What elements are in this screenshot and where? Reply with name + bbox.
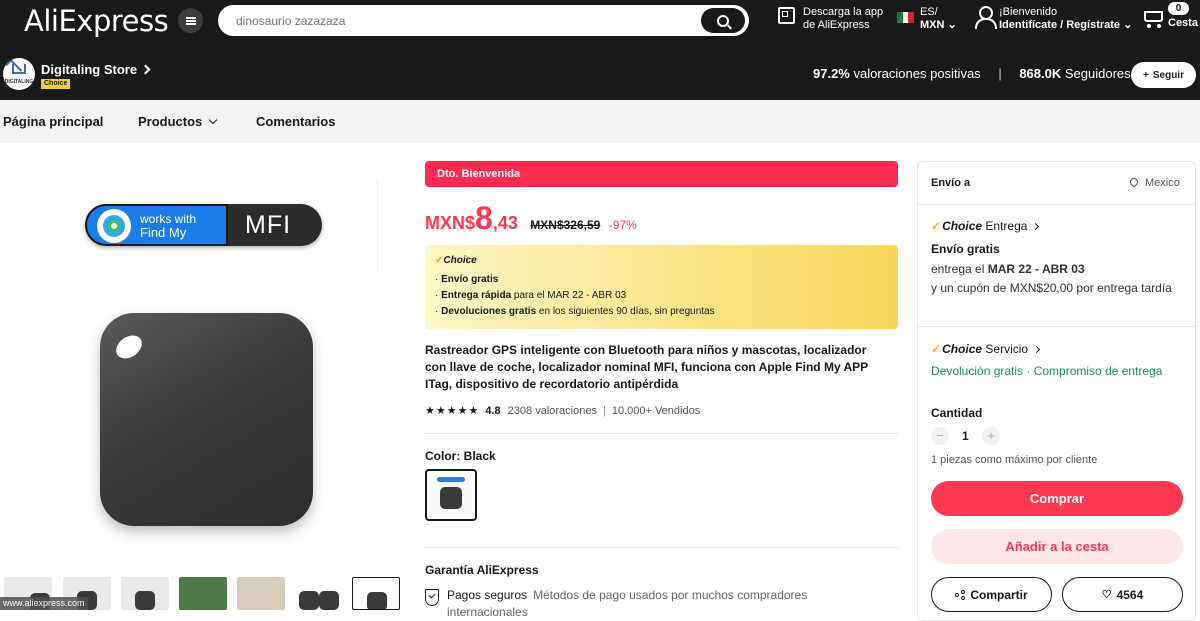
chevron-right-icon: [1033, 345, 1041, 354]
quantity-decrease-button[interactable]: −: [931, 427, 949, 445]
share-icon: [955, 589, 966, 600]
free-returns-link[interactable]: Devolución gratis: [931, 364, 1023, 378]
welcome-discount-banner: Dto. Bienvenida: [425, 161, 898, 187]
discount-percent: -97%: [608, 218, 637, 232]
store-header: DIGITALING Digitaling Store Choice 97.2%…: [0, 42, 1200, 100]
chevron-right-icon: [1032, 222, 1040, 231]
locale-selector[interactable]: ES/ MXN ⌄: [920, 6, 957, 32]
choice-logo: ✓Choice: [435, 255, 477, 266]
nav-home[interactable]: Página principal: [3, 114, 103, 129]
service-info-link[interactable]: Choice Servicio: [931, 342, 1041, 356]
store-stats: 97.2% valoraciones positivas | 868.0K Se…: [813, 66, 1131, 81]
store-avatar[interactable]: DIGITALING: [3, 58, 35, 90]
thumbnail-active[interactable]: [352, 577, 400, 610]
works-with-find-my-badge: works with Find My MFI: [85, 204, 322, 246]
rating-summary: ★★★★★ 4.8 2308 valoraciones | 10.000+ Vendi…: [425, 405, 701, 417]
aliexpress-logo[interactable]: AliExpress: [24, 4, 169, 38]
delivery-info-link[interactable]: Choice Entrega: [931, 219, 1040, 233]
thumbnail[interactable]: [179, 577, 227, 610]
price: MXN$8,43 MXN$326,59 -97%: [425, 200, 637, 236]
service-links: Devolución gratis · Compromiso de entreg…: [931, 364, 1163, 378]
hamburger-icon: [185, 16, 196, 25]
top-header: AliExpress Descarga la app de AliExpress…: [0, 0, 1200, 42]
heart-icon: ♡: [1101, 589, 1112, 601]
shield-check-icon: [425, 589, 439, 606]
buy-now-button[interactable]: Comprar: [931, 481, 1183, 516]
purchase-panel: Envío a Mexico Choice Entrega Envío grat…: [917, 161, 1196, 621]
guarantee-title: Garantía AliExpress: [425, 563, 539, 577]
share-button[interactable]: Compartir: [931, 577, 1052, 612]
chevron-down-icon: [209, 115, 218, 125]
product-gallery: works with Find My MFI www.aliexpress.com: [0, 143, 405, 610]
mexico-flag-icon: [897, 12, 915, 23]
thumbnail[interactable]: [121, 577, 169, 610]
plus-icon: +: [1143, 69, 1149, 81]
thumbnail[interactable]: [295, 577, 343, 610]
product-main-image[interactable]: [100, 313, 313, 526]
quantity-value[interactable]: 1: [962, 429, 969, 443]
late-delivery-coupon: y un cupón de MXN$20,00 por entrega tard…: [931, 281, 1172, 295]
find-my-icon: [97, 209, 131, 243]
quantity-label: Cantidad: [931, 406, 983, 420]
choice-benefits: ✓Choice · Envío gratis · Entrega rápida …: [425, 245, 898, 329]
store-nav: Página principal Productos Comentarios: [0, 100, 1200, 143]
reviews-link[interactable]: 2308 valoraciones: [508, 405, 597, 417]
cart-icon[interactable]: [1141, 8, 1165, 28]
app-download-link[interactable]: Descarga la app de AliExpress: [803, 6, 883, 32]
ship-country[interactable]: Mexico: [1145, 177, 1180, 189]
delivery-commitment-link[interactable]: Compromiso de entrega: [1034, 364, 1163, 378]
account-menu[interactable]: ¡Bienvenido Identifícate / Regístrate ⌄: [999, 6, 1132, 32]
phone-icon: [778, 7, 795, 24]
store-name-link[interactable]: Digitaling Store: [41, 62, 137, 77]
search-bar: [218, 5, 749, 36]
ship-to-label: Envío a: [931, 177, 971, 189]
delivery-dates: entrega el MAR 22 - ABR 03: [931, 262, 1085, 276]
product-title: Rastreador GPS inteligente con Bluetooth…: [425, 343, 868, 391]
secure-payments: Pagos seguros Métodos de pago usados por …: [447, 588, 808, 619]
color-label: Color: Black: [425, 449, 496, 463]
user-icon: [974, 6, 997, 29]
color-option-black[interactable]: [425, 469, 477, 521]
chevron-down-icon: ⌄: [947, 19, 957, 31]
chevron-right-icon[interactable]: [140, 64, 151, 75]
search-icon: [717, 14, 729, 27]
watermark: www.aliexpress.com: [0, 597, 88, 610]
wishlist-button[interactable]: ♡ 4564: [1062, 577, 1183, 612]
nav-products[interactable]: Productos: [138, 114, 218, 129]
choice-badge: Choice: [41, 79, 71, 89]
add-to-cart-button[interactable]: Añadir a la cesta: [931, 529, 1183, 564]
quantity-increase-button[interactable]: +: [982, 427, 1000, 445]
original-price: MXN$326,59: [530, 218, 601, 232]
follow-store-button[interactable]: + Seguir: [1131, 62, 1196, 88]
free-shipping: Envío gratis: [931, 242, 1000, 256]
search-button[interactable]: [701, 8, 745, 33]
thumbnail[interactable]: [237, 577, 285, 610]
star-rating-icon: ★★★★★: [425, 405, 480, 417]
quantity-limit-note: 1 piezas como máximo por cliente: [931, 454, 1098, 466]
cart-label[interactable]: Cesta: [1168, 17, 1198, 29]
nav-reviews[interactable]: Comentarios: [256, 114, 335, 129]
location-pin-icon: [1130, 178, 1138, 188]
cart-count-badge: 0: [1168, 2, 1189, 15]
search-input[interactable]: [236, 12, 676, 30]
category-menu-button[interactable]: [178, 8, 203, 33]
chevron-down-icon: ⌄: [1123, 19, 1133, 31]
